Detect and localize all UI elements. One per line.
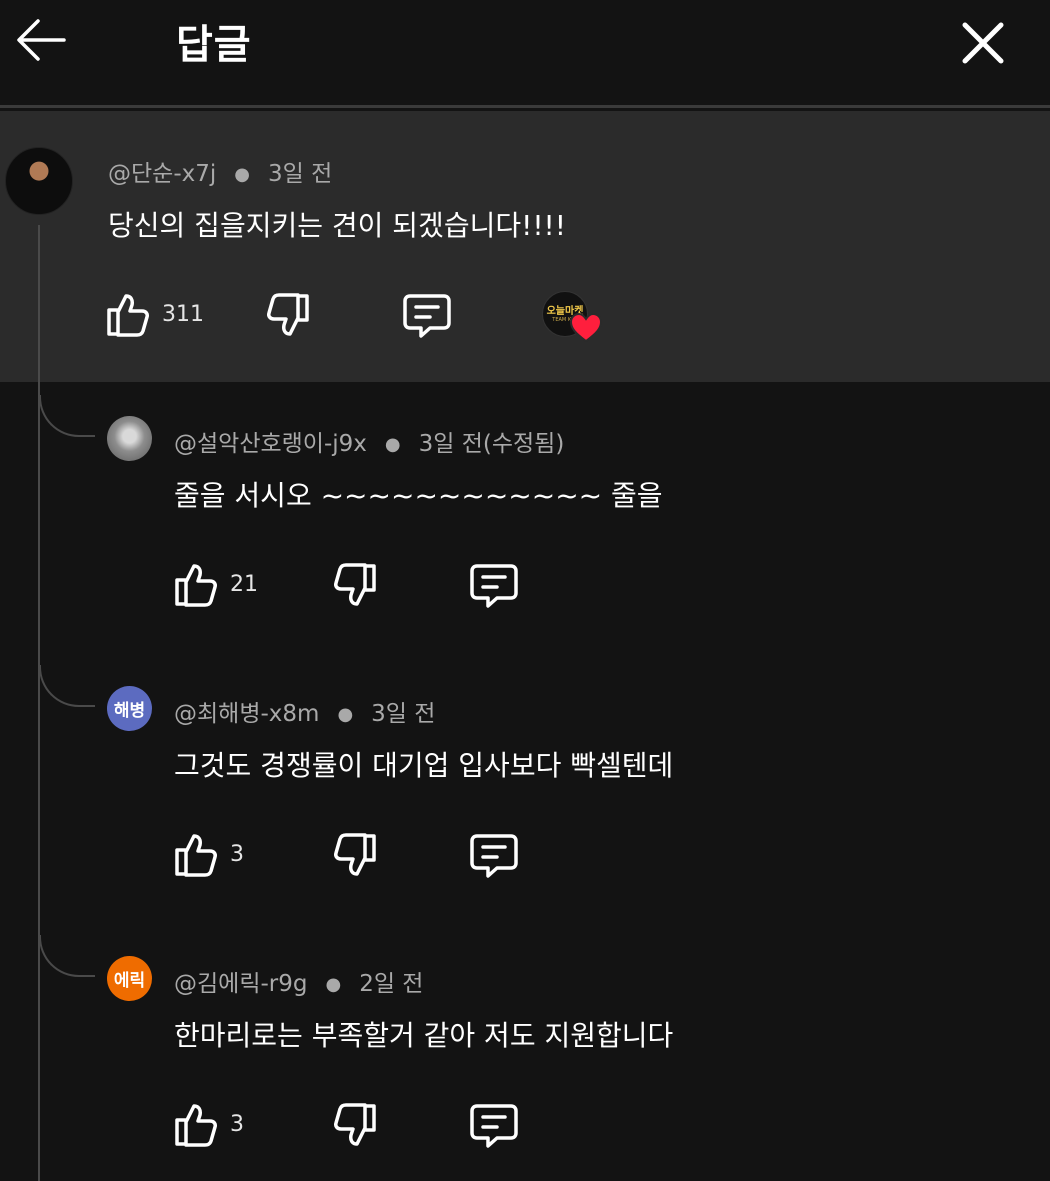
thumbs-down-icon xyxy=(267,293,309,336)
thumbs-up-icon xyxy=(175,564,217,607)
comment-icon xyxy=(470,1104,518,1148)
avatar[interactable] xyxy=(107,416,152,461)
comment-time: 2일 전 xyxy=(359,971,424,997)
comment-icon xyxy=(403,294,451,338)
top-header: 답글 xyxy=(0,0,1050,108)
comment-meta: @설악산호랭이-j9x ● 3일 전(수정됨) xyxy=(174,424,564,458)
creator-heart[interactable]: 오늘마켓 TEAM KEV xyxy=(542,291,606,345)
like-button[interactable]: 3 xyxy=(172,830,244,878)
comment-author[interactable]: @단순-x7j xyxy=(108,161,216,187)
comment-text: 그것도 경쟁률이 대기업 입사보다 빡셀텐데 xyxy=(174,749,674,782)
avatar[interactable]: 해병 xyxy=(107,686,152,731)
thumbs-down-icon xyxy=(334,563,376,606)
thread-branch xyxy=(39,935,95,977)
thread-line xyxy=(38,225,40,1181)
separator-dot: ● xyxy=(384,434,401,455)
page-title: 답글 xyxy=(176,22,252,68)
like-count: 311 xyxy=(162,301,204,327)
reply-button[interactable] xyxy=(469,832,519,880)
comment-meta: @김에릭-r9g ● 2일 전 xyxy=(174,964,423,998)
close-button[interactable] xyxy=(956,16,1010,70)
comment-time: 3일 전(수정됨) xyxy=(418,431,565,457)
dislike-button[interactable] xyxy=(329,1102,379,1150)
dislike-button[interactable] xyxy=(262,292,312,340)
thumbs-up-icon xyxy=(107,294,149,337)
comment-meta: @단순-x7j ● 3일 전 xyxy=(108,154,332,188)
avatar[interactable] xyxy=(5,147,73,215)
like-button[interactable]: 21 xyxy=(172,560,258,608)
thumbs-up-icon xyxy=(175,1104,217,1147)
avatar-initials: 해병 xyxy=(113,701,146,721)
comment-text: 줄을 서시오 ~~~~~~~~~~~~ 줄을 xyxy=(174,479,663,512)
comment-time: 3일 전 xyxy=(371,701,436,727)
avatar[interactable]: 에릭 xyxy=(107,956,152,1001)
comment-text: 한마리로는 부족할거 같아 저도 지원합니다 xyxy=(174,1019,674,1052)
reply-button[interactable] xyxy=(469,1102,519,1150)
like-count: 3 xyxy=(230,1111,244,1137)
comment-time: 3일 전 xyxy=(267,161,333,187)
separator-dot: ● xyxy=(234,164,250,185)
reply-button[interactable] xyxy=(469,562,519,610)
dislike-button[interactable] xyxy=(329,562,379,610)
like-count: 3 xyxy=(230,841,244,867)
separator-dot: ● xyxy=(337,704,354,725)
comment-icon xyxy=(470,564,518,608)
comment-meta: @최해병-x8m ● 3일 전 xyxy=(174,694,435,728)
thread-branch xyxy=(39,665,95,707)
close-icon xyxy=(962,22,1004,64)
thumbs-down-icon xyxy=(334,1103,376,1146)
like-count: 21 xyxy=(230,571,258,597)
arrow-left-icon xyxy=(17,19,66,61)
comment-text: 당신의 집을지키는 견이 되겠습니다!!!! xyxy=(108,209,567,242)
comment-author[interactable]: @설악산호랭이-j9x xyxy=(174,431,367,457)
like-button[interactable]: 3 xyxy=(172,1100,244,1148)
thread-branch xyxy=(39,395,95,437)
dislike-button[interactable] xyxy=(329,832,379,880)
thumbs-up-icon xyxy=(175,834,217,877)
comment-author[interactable]: @김에릭-r9g xyxy=(174,971,307,997)
avatar-initials: 에릭 xyxy=(113,971,146,991)
separator-dot: ● xyxy=(325,974,342,995)
comment-icon xyxy=(470,834,518,878)
parent-comment xyxy=(0,111,1050,382)
reply-button[interactable] xyxy=(402,292,452,340)
like-button[interactable]: 311 xyxy=(104,290,204,338)
comment-author[interactable]: @최해병-x8m xyxy=(174,701,319,727)
back-button[interactable] xyxy=(12,14,68,66)
heart-icon xyxy=(569,313,603,343)
thumbs-down-icon xyxy=(334,833,376,876)
